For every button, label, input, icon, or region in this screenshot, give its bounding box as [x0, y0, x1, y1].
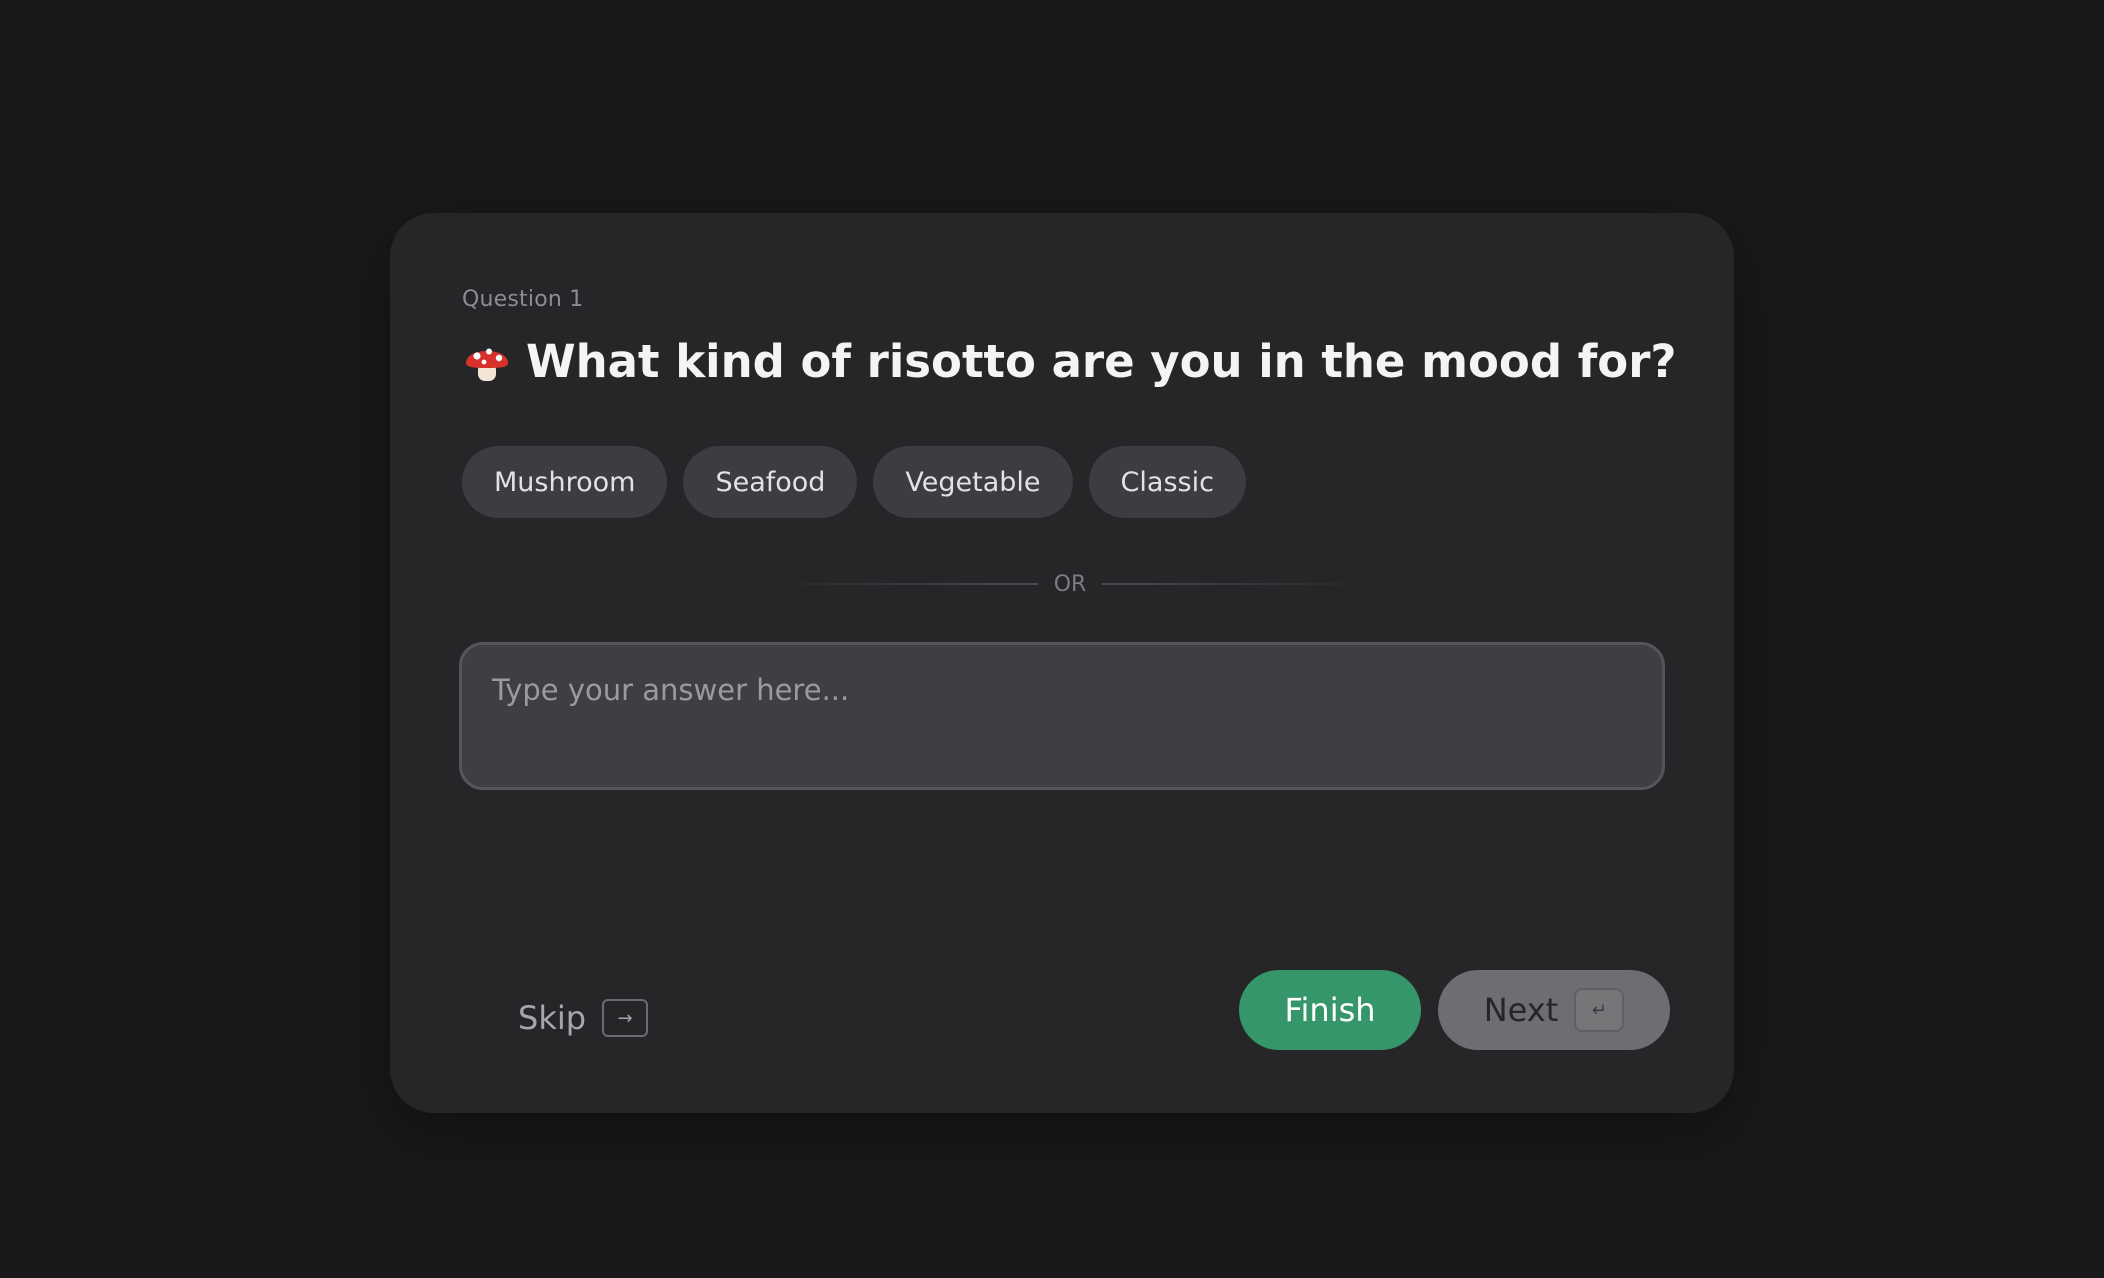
mushroom-icon — [462, 337, 512, 387]
next-button[interactable]: Next ↵ — [1438, 970, 1670, 1050]
skip-button[interactable]: Skip → — [518, 985, 649, 1051]
enter-shortcut-key: ↵ — [1574, 988, 1625, 1032]
option-classic[interactable]: Classic — [1088, 446, 1246, 518]
option-vegetable[interactable]: Vegetable — [873, 446, 1073, 518]
question-title: What kind of risotto are you in the mood… — [462, 335, 1677, 388]
skip-label: Skip — [518, 999, 587, 1037]
question-title-text: What kind of risotto are you in the mood… — [526, 335, 1677, 388]
option-mushroom[interactable]: Mushroom — [462, 446, 668, 518]
answer-input[interactable] — [459, 642, 1665, 790]
or-divider: OR — [765, 566, 1376, 602]
divider-line-left — [765, 583, 1038, 585]
answer-options: Mushroom Seafood Vegetable Classic — [462, 446, 1246, 518]
skip-shortcut-key: → — [602, 999, 649, 1037]
option-seafood[interactable]: Seafood — [683, 446, 858, 518]
finish-button[interactable]: Finish — [1239, 970, 1421, 1050]
question-number: Question 1 — [462, 287, 584, 312]
next-label: Next — [1483, 991, 1559, 1029]
divider-line-right — [1102, 583, 1376, 585]
or-label: OR — [1053, 571, 1087, 597]
question-card: Question 1 What kind of risotto are you … — [390, 213, 1734, 1113]
